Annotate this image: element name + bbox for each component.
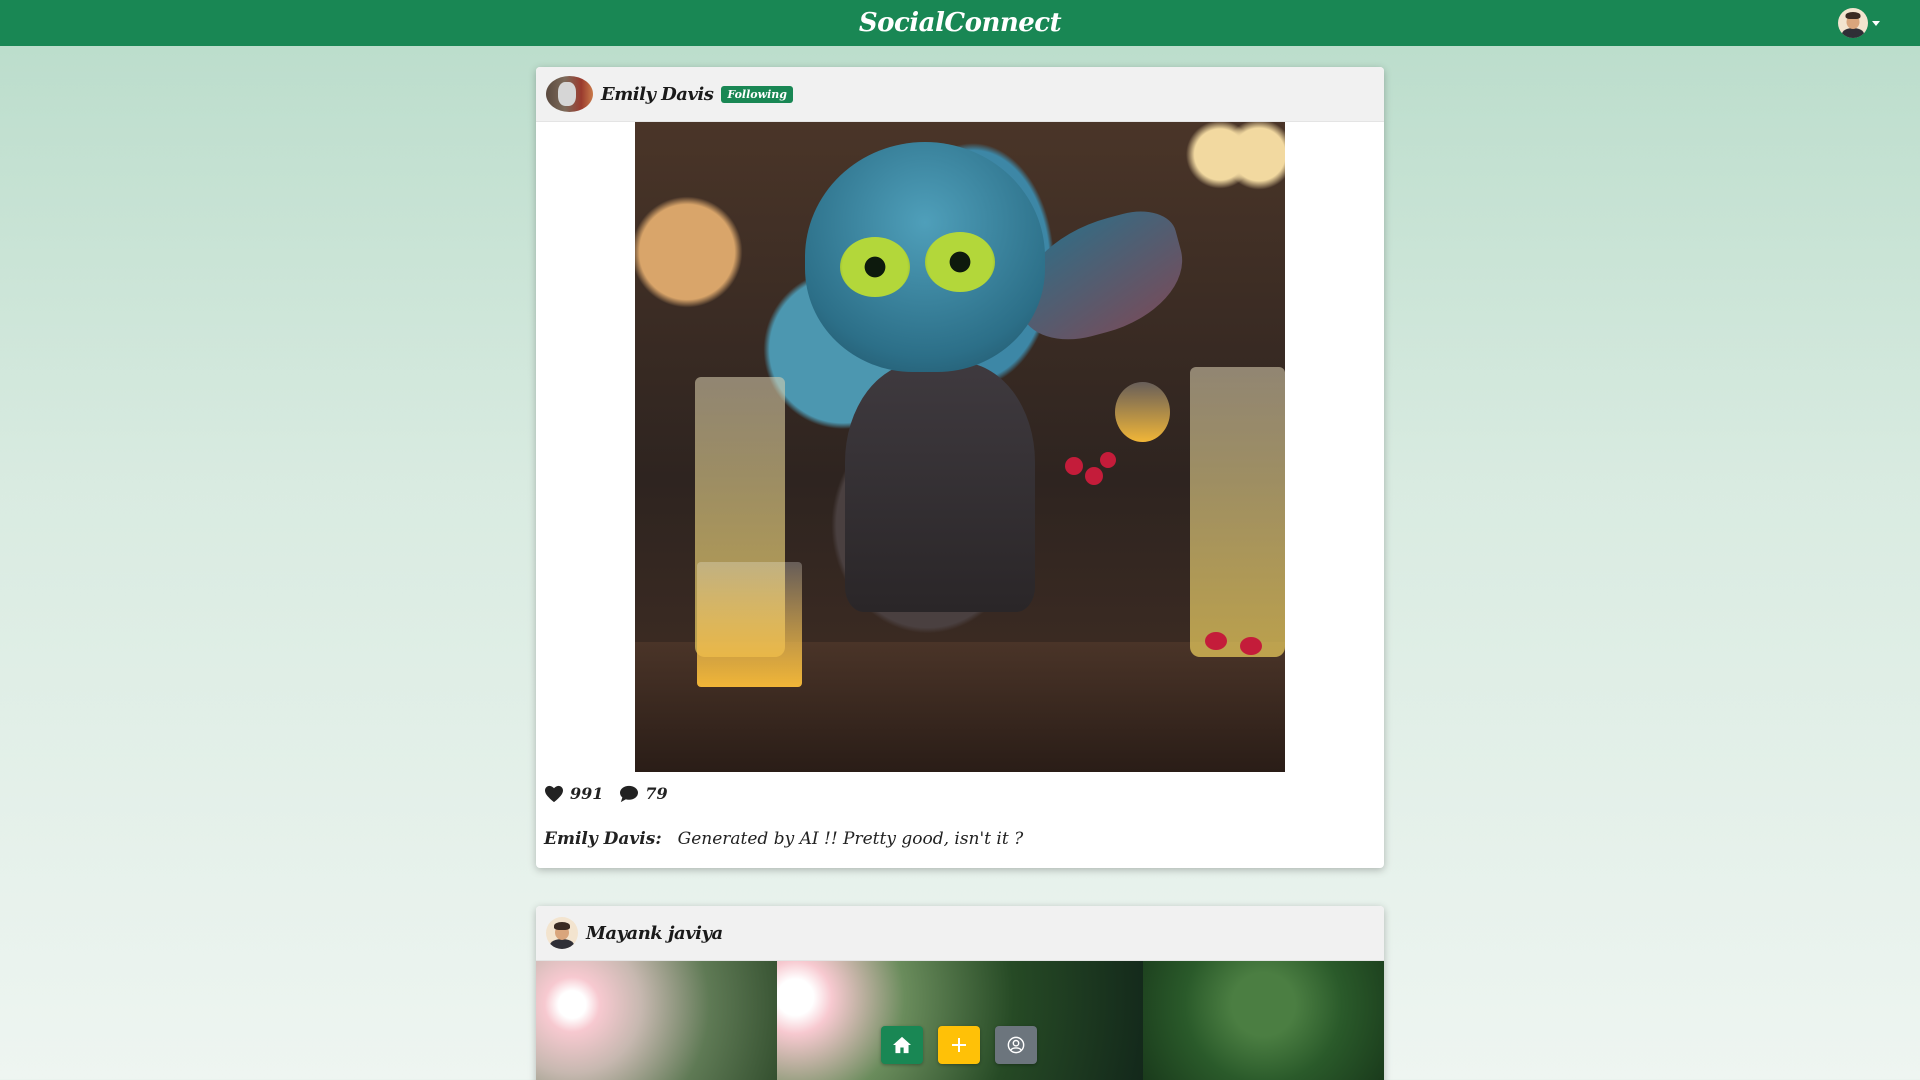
post-card: Emily Davis Following 991 79 Emily Davis…	[536, 67, 1384, 868]
like-button[interactable]: 991	[544, 784, 603, 803]
author-name[interactable]: Emily Davis	[601, 84, 714, 105]
author-name[interactable]: Mayank javiya	[586, 923, 723, 944]
top-navbar: SocialConnect	[0, 0, 1920, 46]
user-avatar-icon[interactable]	[1838, 8, 1868, 38]
caption-author[interactable]: Emily Davis:	[544, 829, 662, 849]
caret-down-icon[interactable]	[1872, 20, 1880, 26]
add-post-button[interactable]	[938, 1026, 980, 1064]
comment-count: 79	[645, 784, 668, 803]
post-image[interactable]	[635, 122, 1285, 772]
bottom-nav	[881, 1026, 1037, 1064]
plus-icon[interactable]	[951, 1037, 967, 1053]
author-avatar[interactable]	[546, 917, 578, 949]
comment-icon[interactable]	[619, 785, 639, 803]
comment-button[interactable]: 79	[619, 784, 668, 803]
home-button[interactable]	[881, 1026, 923, 1064]
user-menu[interactable]	[1838, 8, 1880, 38]
profile-button[interactable]	[995, 1026, 1037, 1064]
post-header: Emily Davis Following	[536, 67, 1384, 122]
post-header: Mayank javiya	[536, 906, 1384, 961]
post-stats: 991 79	[544, 784, 668, 803]
following-badge[interactable]: Following	[721, 85, 793, 103]
gallery-image[interactable]	[536, 961, 777, 1080]
like-count: 991	[570, 784, 604, 803]
heart-icon[interactable]	[544, 785, 564, 803]
gallery-image[interactable]	[1143, 961, 1384, 1080]
post-caption: Emily Davis: Generated by AI !! Pretty g…	[544, 829, 1023, 849]
caption-text: Generated by AI !! Pretty good, isn't it…	[677, 829, 1024, 849]
author-avatar[interactable]	[546, 76, 593, 112]
home-icon[interactable]	[892, 1036, 912, 1054]
brand-logo[interactable]: SocialConnect	[859, 8, 1062, 38]
profile-icon[interactable]	[1007, 1036, 1025, 1054]
